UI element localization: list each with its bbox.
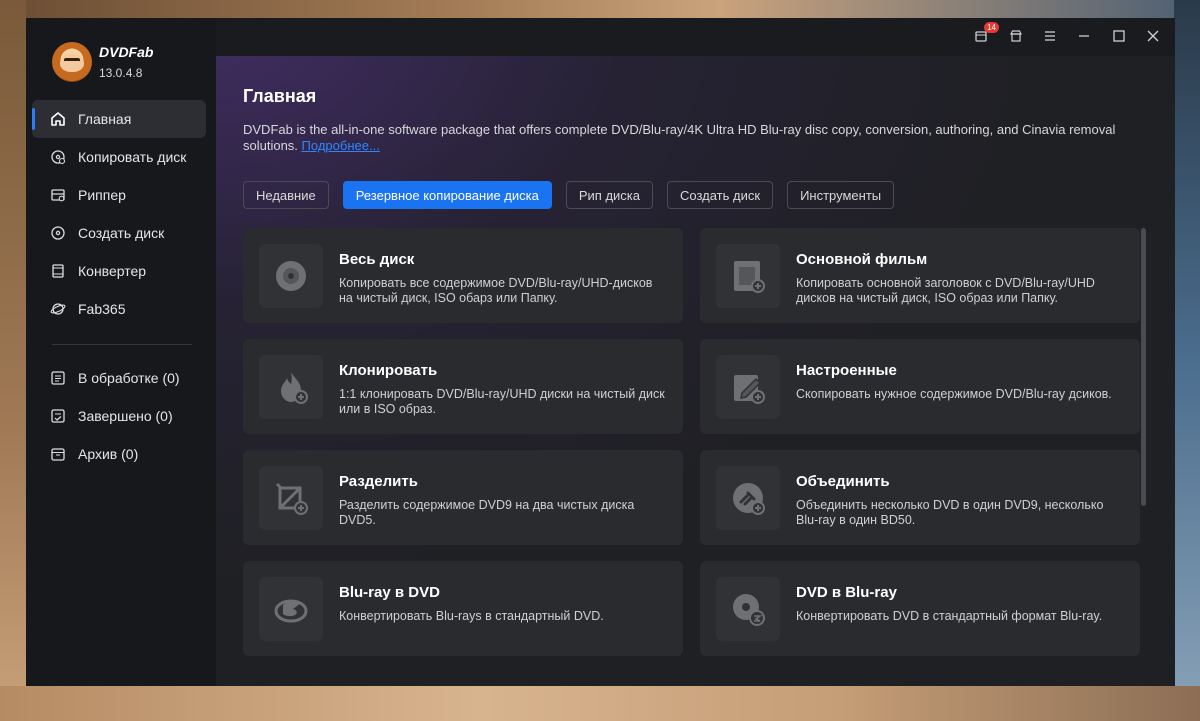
page-description: DVDFab is the all-in-one software packag… (243, 122, 1123, 154)
card-title: Основной фильм (796, 251, 928, 268)
minimize-button[interactable] (1074, 27, 1094, 47)
sidebar-item-label: Завершено (0) (78, 408, 173, 424)
content-scrollbar[interactable] (1141, 228, 1146, 506)
close-icon (1146, 29, 1160, 46)
card-title: Клонировать (339, 362, 438, 379)
card-desc: Разделить содержимое DVD9 на два чистых … (339, 498, 635, 527)
flame-icon (259, 355, 323, 419)
card-title: DVD в Blu-ray (796, 584, 897, 601)
sidebar-item-archive[interactable]: Архив (0) (32, 435, 206, 473)
card-desc: Копировать все содержимое DVD/Blu-ray/UH… (339, 276, 653, 305)
sidebar-item-converter[interactable]: Конвертер (32, 252, 206, 290)
bluray-icon (259, 577, 323, 641)
edit-icon (716, 355, 780, 419)
card-desc: Конвертировать DVD в стандартный формат … (796, 609, 1103, 623)
page-title: Главная (243, 86, 317, 106)
tab-create-disc[interactable]: Создать диск (667, 181, 774, 209)
card-title: Разделить (339, 473, 418, 490)
card-clone[interactable]: Клонировать 1:1 клонировать DVD/Blu-ray/… (243, 339, 683, 434)
card-dvd-to-bluray[interactable]: DVD в Blu-ray Конвертировать DVD в станд… (700, 561, 1140, 656)
card-desc: Конвертировать Blu-rays в стандартный DV… (339, 609, 604, 623)
app-name: DVDFab (99, 44, 154, 60)
hamburger-icon (1043, 29, 1057, 46)
merge-icon (716, 466, 780, 530)
home-icon (50, 111, 66, 127)
wallpaper-right (1174, 0, 1200, 721)
card-main-movie[interactable]: Основной фильм Копировать основной загол… (700, 228, 1140, 323)
disc-copy-icon (50, 149, 66, 165)
maximize-button[interactable] (1109, 27, 1129, 47)
ripper-icon (50, 187, 66, 203)
split-icon (259, 466, 323, 530)
sidebar-item-label: Конвертер (78, 263, 147, 279)
disc-create-icon (50, 225, 66, 241)
sidebar-item-copy-disc[interactable]: Копировать диск (32, 138, 206, 176)
card-title: Настроенные (796, 362, 897, 379)
wallpaper-top (0, 0, 1200, 18)
app-logo-icon (52, 42, 92, 82)
card-bluray-to-dvd[interactable]: Blu-ray в DVD Конвертировать Blu-rays в … (243, 561, 683, 656)
titlebar: 14 (216, 18, 1175, 56)
card-merge[interactable]: Объединить Объединить несколько DVD в од… (700, 450, 1140, 545)
tab-tools[interactable]: Инструменты (787, 181, 895, 209)
check-list-icon (50, 408, 66, 424)
dvd-to-bluray-icon (716, 577, 780, 641)
store-button[interactable] (1006, 27, 1026, 47)
sidebar-item-home[interactable]: Главная (32, 100, 206, 138)
card-desc: 1:1 клонировать DVD/Blu-ray/UHD диски на… (339, 387, 665, 416)
list-icon (50, 370, 66, 386)
wallpaper-left (0, 0, 26, 721)
card-desc: Объединить несколько DVD в один DVD9, не… (796, 498, 1104, 527)
sidebar-queue: В обработке (0) Завершено (0) Архив (0) (32, 359, 206, 473)
card-desc: Копировать основной заголовок с DVD/Blu-… (796, 276, 1095, 305)
sidebar-item-label: В обработке (0) (78, 370, 180, 386)
tab-recent[interactable]: Недавние (243, 181, 329, 209)
sidebar-item-label: Fab365 (78, 301, 126, 317)
card-title: Объединить (796, 473, 890, 490)
category-tabs: Недавние Резервное копирование диска Рип… (243, 181, 908, 209)
card-title: Весь диск (339, 251, 415, 268)
menu-button[interactable] (1040, 27, 1060, 47)
card-full-disc[interactable]: Весь диск Копировать все содержимое DVD/… (243, 228, 683, 323)
sidebar-item-fab365[interactable]: Fab365 (32, 290, 206, 328)
sidebar-item-completed[interactable]: Завершено (0) (32, 397, 206, 435)
notification-button[interactable]: 14 (971, 22, 999, 47)
card-desc: Скопировать нужное содержимое DVD/Blu-ra… (796, 387, 1112, 401)
film-icon (50, 263, 66, 279)
sidebar-item-label: Копировать диск (78, 149, 187, 165)
sidebar-item-create-disc[interactable]: Создать диск (32, 214, 206, 252)
sidebar: DVDFab 13.0.4.8 Главная Копировать диск … (26, 18, 216, 686)
close-button[interactable] (1143, 27, 1163, 47)
sidebar-divider (52, 344, 192, 345)
tab-disc-rip[interactable]: Рип диска (565, 181, 653, 209)
sidebar-item-label: Главная (78, 111, 132, 127)
card-title: Blu-ray в DVD (339, 584, 440, 601)
main-content: 14 Главная DVDFab is the all-in-one soft… (216, 18, 1175, 686)
sidebar-nav: Главная Копировать диск Риппер Создать д… (32, 100, 206, 328)
sidebar-item-processing[interactable]: В обработке (0) (32, 359, 206, 397)
app-version: 13.0.4.8 (99, 66, 143, 80)
sidebar-item-label: Архив (0) (78, 446, 139, 462)
maximize-icon (1112, 29, 1126, 46)
app-window: DVDFab 13.0.4.8 Главная Копировать диск … (26, 18, 1175, 686)
sidebar-item-ripper[interactable]: Риппер (32, 176, 206, 214)
sidebar-item-label: Создать диск (78, 225, 165, 241)
store-icon (1009, 29, 1023, 46)
card-split[interactable]: Разделить Разделить содержимое DVD9 на д… (243, 450, 683, 545)
sidebar-item-label: Риппер (78, 187, 126, 203)
tab-disc-backup[interactable]: Резервное копирование диска (342, 181, 552, 209)
planet-icon (50, 301, 66, 317)
film-reel-icon (716, 244, 780, 308)
notification-badge: 14 (984, 22, 999, 33)
more-link[interactable]: Подробнее... (302, 138, 380, 153)
card-customize[interactable]: Настроенные Скопировать нужное содержимо… (700, 339, 1140, 434)
full-disc-icon (259, 244, 323, 308)
minimize-icon (1077, 29, 1091, 46)
archive-icon (50, 446, 66, 462)
wallpaper-bottom (0, 686, 1200, 721)
